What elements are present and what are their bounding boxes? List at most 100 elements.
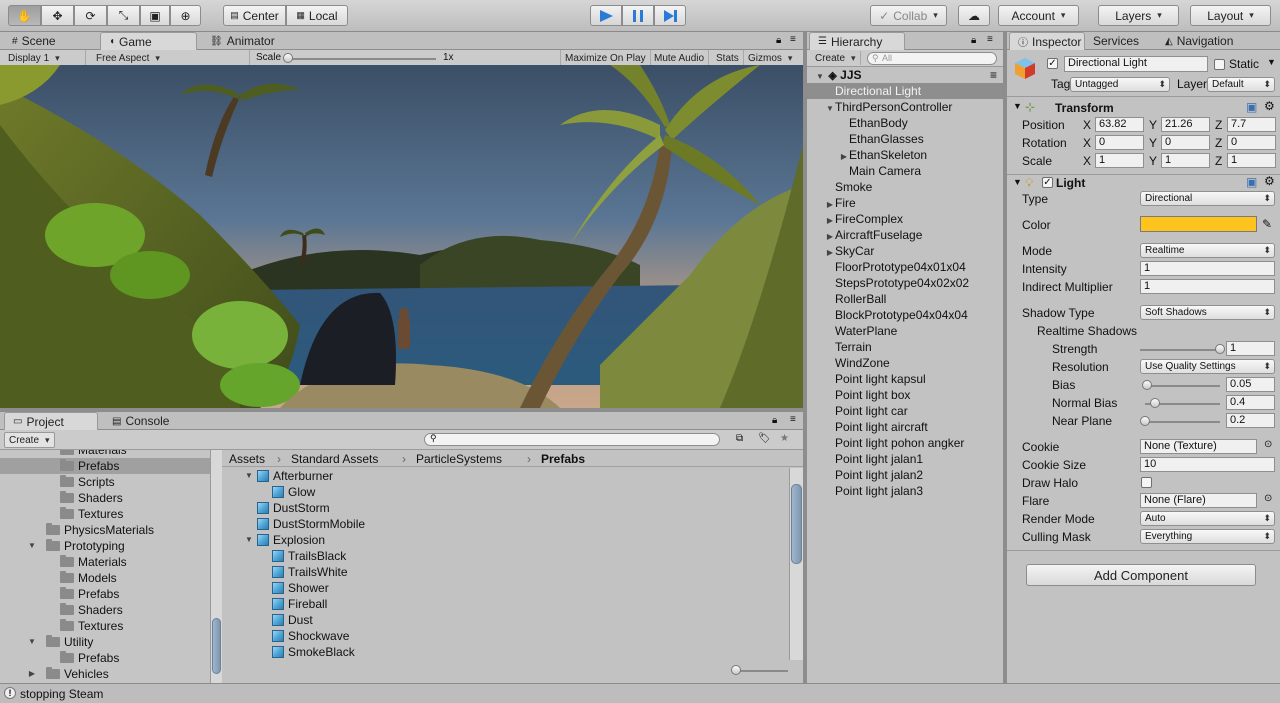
project-folder-item[interactable]: Scripts: [0, 474, 210, 490]
near-plane-slider-knob[interactable]: [1140, 416, 1150, 426]
panel-menu-icon[interactable]: ≡: [790, 34, 796, 45]
transform-y-field[interactable]: 21.26: [1161, 117, 1210, 132]
expand-arrow-icon[interactable]: ▼: [18, 634, 46, 650]
icon-size-slider[interactable]: [736, 670, 788, 672]
hierarchy-item[interactable]: Point light jalan2: [807, 467, 1003, 483]
tab-services[interactable]: Services: [1085, 32, 1147, 50]
lock-icon[interactable]: 🔒︎: [776, 35, 781, 46]
panel-splitter[interactable]: [0, 408, 803, 412]
hierarchy-item[interactable]: WindZone: [807, 355, 1003, 371]
status-message[interactable]: stopping Steam: [20, 687, 103, 701]
project-folder-item[interactable]: Prefabs: [0, 586, 210, 602]
space-local-toggle[interactable]: ▦ Local: [286, 5, 348, 26]
project-folder-item[interactable]: Materials: [0, 554, 210, 570]
layout-dropdown[interactable]: Layout: [1190, 5, 1271, 26]
hierarchy-item[interactable]: EthanGlasses: [807, 131, 1003, 147]
transform-x-field[interactable]: 1: [1095, 153, 1144, 168]
aspect-dropdown[interactable]: Free Aspect: [92, 50, 250, 66]
tab-navigation[interactable]: ◭ Navigation: [1157, 32, 1241, 50]
scene-root[interactable]: ▼ ◈ JJS ≡: [807, 67, 1003, 83]
project-lock-icon[interactable]: 🔒︎: [772, 415, 777, 426]
hierarchy-item[interactable]: RollerBall: [807, 291, 1003, 307]
asset-item[interactable]: SmokeBlack: [222, 644, 789, 660]
object-picker-icon[interactable]: ⊙: [1264, 439, 1272, 450]
static-dropdown-icon[interactable]: ▼: [1267, 57, 1276, 67]
tab-scene[interactable]: # Scene: [4, 32, 64, 50]
rect-tool-button[interactable]: ▣: [140, 5, 170, 26]
hierarchy-item[interactable]: Directional Light: [807, 83, 1003, 99]
add-component-button[interactable]: Add Component: [1026, 564, 1256, 586]
project-menu-icon[interactable]: ≡: [790, 414, 796, 425]
filter-type-icon[interactable]: ⧉: [736, 433, 743, 444]
help-book-icon[interactable]: ▣: [1246, 175, 1257, 189]
hierarchy-item[interactable]: Point light jalan1: [807, 451, 1003, 467]
project-folder-item[interactable]: Shaders: [0, 490, 210, 506]
transform-foldout-arrow[interactable]: ▼: [1013, 101, 1022, 111]
light-enabled-checkbox[interactable]: ✓: [1042, 177, 1053, 188]
hierarchy-item[interactable]: Terrain: [807, 339, 1003, 355]
flare-field[interactable]: None (Flare): [1140, 493, 1257, 508]
project-folder-item[interactable]: Textures: [0, 506, 210, 522]
object-name-field[interactable]: Directional Light: [1064, 56, 1208, 72]
breadcrumb-item[interactable]: ParticleSystems: [416, 452, 502, 466]
hierarchy-item[interactable]: StepsPrototype04x02x02: [807, 275, 1003, 291]
layers-dropdown[interactable]: Layers: [1098, 5, 1179, 26]
breadcrumb-item[interactable]: Standard Assets: [291, 452, 378, 466]
project-folder-item[interactable]: ▶ Vehicles: [0, 666, 210, 682]
light-type-dropdown[interactable]: Directional: [1140, 191, 1275, 206]
hierarchy-item[interactable]: ▶ AircraftFuselage: [807, 227, 1003, 243]
mute-audio-toggle[interactable]: Mute Audio: [650, 50, 710, 66]
expand-arrow-icon[interactable]: ▼: [241, 468, 257, 484]
expand-arrow-icon[interactable]: ▶: [18, 666, 46, 682]
asset-item[interactable]: TrailsWhite: [222, 564, 789, 580]
hierarchy-item[interactable]: Point light car: [807, 403, 1003, 419]
light-color-swatch[interactable]: [1140, 216, 1257, 232]
indirect-multiplier-field[interactable]: 1: [1140, 279, 1275, 294]
tree-scroll-thumb[interactable]: [212, 618, 221, 674]
light-mode-dropdown[interactable]: Realtime: [1140, 243, 1275, 258]
object-picker-icon[interactable]: ⊙: [1264, 493, 1272, 504]
tab-project[interactable]: ▭ Project: [4, 412, 98, 430]
asset-item[interactable]: DustStormMobile: [222, 516, 789, 532]
static-checkbox[interactable]: [1214, 59, 1225, 70]
hierarchy-item[interactable]: Point light aircraft: [807, 419, 1003, 435]
asset-item[interactable]: DustStorm: [222, 500, 789, 516]
asset-scroll-thumb[interactable]: [791, 484, 802, 564]
strength-slider-knob[interactable]: [1215, 344, 1225, 354]
asset-item[interactable]: Fireball: [222, 596, 789, 612]
play-button[interactable]: [590, 5, 622, 26]
hierarchy-item[interactable]: ▼ThirdPersonController: [807, 99, 1003, 115]
favorite-star-icon[interactable]: ★: [780, 433, 789, 444]
display-dropdown[interactable]: Display 1: [4, 50, 86, 66]
hierarchy-search-input[interactable]: ⚲ All: [867, 52, 997, 65]
scale-slider-knob[interactable]: [283, 53, 293, 63]
tag-dropdown[interactable]: Untagged: [1070, 77, 1170, 92]
game-view[interactable]: [0, 65, 803, 408]
hierarchy-item[interactable]: Point light kapsul: [807, 371, 1003, 387]
eyedropper-icon[interactable]: ✎: [1262, 217, 1272, 231]
light-foldout-arrow[interactable]: ▼: [1013, 177, 1022, 187]
asset-item[interactable]: ▼ Afterburner: [222, 468, 789, 484]
project-folder-item[interactable]: ▼ Prototyping: [0, 538, 210, 554]
tree-scrollbar[interactable]: [210, 450, 222, 683]
scale-slider-track[interactable]: [288, 58, 436, 60]
hierarchy-item[interactable]: Smoke: [807, 179, 1003, 195]
transform-y-field[interactable]: 0: [1161, 135, 1210, 150]
transform-y-field[interactable]: 1: [1161, 153, 1210, 168]
scale-tool-button[interactable]: ⤡: [107, 5, 140, 26]
stats-toggle[interactable]: Stats: [712, 50, 744, 66]
breadcrumb-item[interactable]: Prefabs: [541, 452, 585, 466]
hierarchy-item[interactable]: EthanBody: [807, 115, 1003, 131]
transform-tool-button[interactable]: ⊕: [170, 5, 201, 26]
project-folder-item[interactable]: PhysicsMaterials: [0, 522, 210, 538]
move-tool-button[interactable]: ✥: [41, 5, 74, 26]
project-create-dropdown[interactable]: Create: [4, 432, 55, 448]
hierarchy-menu-icon[interactable]: ≡: [987, 34, 993, 45]
cookie-size-field[interactable]: 10: [1140, 457, 1275, 472]
project-folder-item[interactable]: Shaders: [0, 602, 210, 618]
cloud-button[interactable]: ☁: [958, 5, 990, 26]
project-folder-item[interactable]: Prefabs: [0, 458, 210, 474]
transform-z-field[interactable]: 7.7: [1227, 117, 1276, 132]
tab-inspector[interactable]: ⓘ Inspector: [1009, 32, 1085, 50]
hierarchy-item[interactable]: ▶ Fire: [807, 195, 1003, 211]
